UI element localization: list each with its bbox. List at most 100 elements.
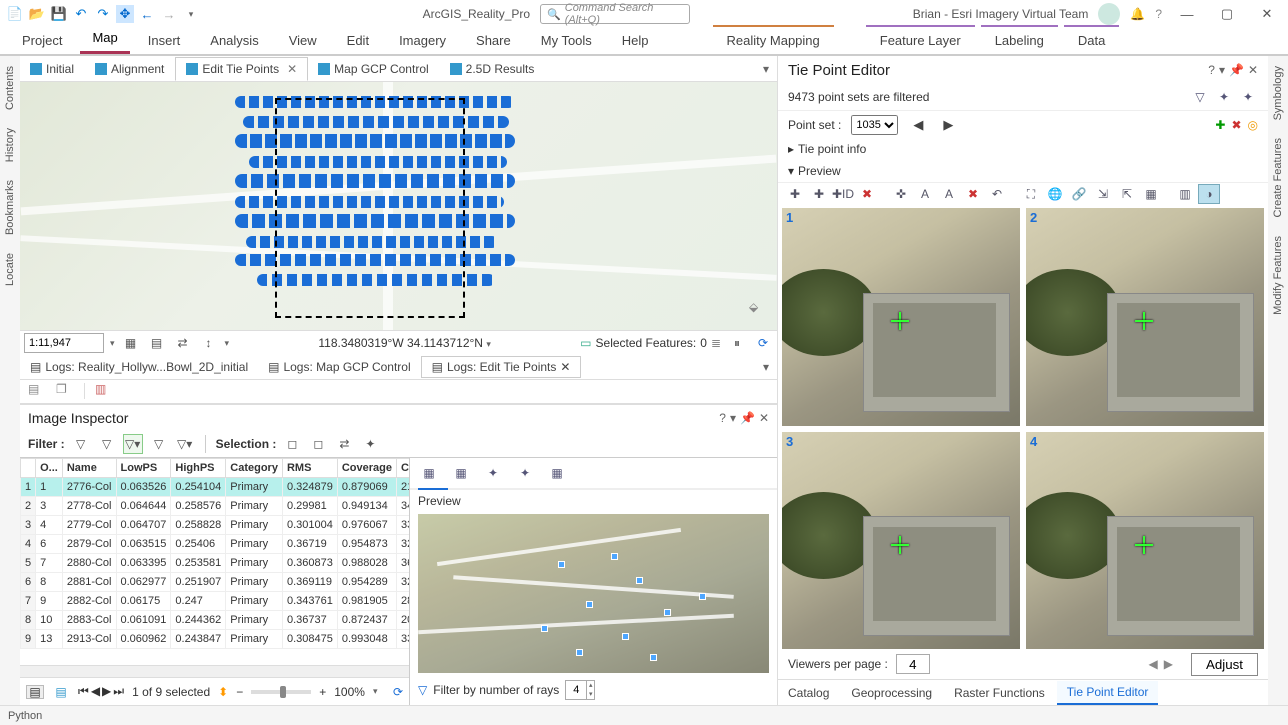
help-icon[interactable]: ? [1155, 7, 1162, 21]
close-icon[interactable]: ✕ [287, 62, 297, 76]
tab-tie-point-editor[interactable]: Tie Point Editor [1057, 681, 1159, 705]
viewers-per-page-input[interactable] [896, 654, 930, 674]
tab-edit[interactable]: Edit [335, 27, 381, 54]
view-tab-edit-tie-points[interactable]: Edit Tie Points✕ [175, 57, 308, 81]
table-row[interactable]: 112776-Col0.0635260.254104Primary0.32487… [21, 477, 410, 496]
tab-project[interactable]: Project [10, 27, 74, 54]
section-tie-point-info[interactable]: ▸Tie point info [778, 138, 1268, 160]
last-icon[interactable]: ⏭ [113, 684, 124, 699]
context-tab-labeling[interactable]: Labeling [981, 25, 1058, 54]
tab-mytools[interactable]: My Tools [529, 27, 604, 54]
locate-point-icon[interactable]: ◎ [1248, 118, 1258, 132]
log-tab-gcp[interactable]: ▤Logs: Map GCP Control [258, 357, 421, 377]
logs-menu-icon[interactable]: ▾ [755, 360, 777, 374]
collapse-icon[interactable]: ⇲ [1092, 184, 1114, 204]
section-preview[interactable]: ▾Preview [778, 160, 1268, 182]
spin-up-icon[interactable]: ▴ [586, 681, 594, 690]
column-header[interactable]: HighPS [171, 458, 226, 477]
preview-image[interactable] [418, 514, 769, 674]
zoom-slider[interactable] [251, 690, 311, 694]
table-row[interactable]: 792882-Col0.061750.247Primary0.3437610.9… [21, 591, 410, 610]
tab-geoprocessing[interactable]: Geoprocessing [841, 682, 942, 704]
constraints-icon[interactable]: ↕ [199, 333, 219, 353]
log-copy-icon[interactable]: ❐ [56, 382, 74, 400]
delete-point-icon[interactable]: ✖ [1231, 118, 1241, 132]
help-icon[interactable]: ? [719, 411, 726, 425]
view-tab-25d[interactable]: 2.5D Results [440, 58, 546, 80]
enhance-icon[interactable]: ◑ [1198, 184, 1220, 204]
log-tab-initial[interactable]: ▤Logs: Reality_Hollyw...Bowl_2D_initial [20, 357, 258, 377]
viewer-1[interactable]: 1 [782, 208, 1020, 426]
compass-icon[interactable]: ⬙ [749, 300, 769, 320]
open-project-icon[interactable]: 📂 [28, 5, 46, 23]
context-tab-reality-mapping[interactable]: Reality Mapping [713, 25, 834, 54]
table-row[interactable]: 342779-Col0.0647070.258828Primary0.30100… [21, 515, 410, 534]
tab-insert[interactable]: Insert [136, 27, 193, 54]
maximize-button[interactable]: ▢ [1212, 6, 1242, 22]
view-tab-initial[interactable]: Initial [20, 58, 85, 80]
viewer-2[interactable]: 2 [1026, 208, 1264, 426]
column-header[interactable]: O... [36, 458, 63, 477]
tab-imagery[interactable]: Imagery [387, 27, 458, 54]
tab-share[interactable]: Share [464, 27, 523, 54]
column-header[interactable]: LowPS [116, 458, 171, 477]
panel-create-features[interactable]: Create Features [1272, 134, 1284, 221]
command-search-input[interactable]: 🔍 Command Search (Alt+Q) [540, 4, 690, 24]
snapping-icon[interactable]: ▦ [121, 333, 141, 353]
status-python[interactable]: Python [8, 710, 42, 722]
panel-modify-features[interactable]: Modify Features [1272, 232, 1284, 319]
table-row[interactable]: 462879-Col0.0635150.25406Primary0.367190… [21, 534, 410, 553]
zoom-in-icon[interactable]: + [319, 685, 326, 699]
next-pointset-icon[interactable]: ▶ [938, 117, 958, 133]
preview-mode-3-icon[interactable]: ✦ [482, 462, 504, 484]
chevron-down-icon[interactable]: ▾ [730, 411, 736, 425]
filter-rays-spinner[interactable]: ▴▾ [565, 680, 595, 700]
highlight-icon[interactable]: ⬍ [218, 685, 228, 699]
grid-icon[interactable]: ▦ [1140, 184, 1162, 204]
panel-locate[interactable]: Locate [4, 249, 16, 290]
scale-input[interactable] [24, 333, 104, 353]
column-header[interactable]: Cou... [397, 458, 410, 477]
page-prev-icon[interactable]: ◀ [1148, 657, 1157, 671]
add-tp-auto-icon[interactable]: ✚ [808, 184, 830, 204]
link-icon[interactable]: 🔗 [1068, 184, 1090, 204]
globe-icon[interactable]: 🌐 [1044, 184, 1066, 204]
histogram-icon[interactable]: ▥ [1174, 184, 1196, 204]
add-tp-id-icon[interactable]: ✚ID [832, 184, 854, 204]
zoom-full-icon[interactable]: ⛶ [1020, 184, 1042, 204]
prev-icon[interactable]: ◀ [91, 684, 100, 699]
pointset-select[interactable]: 1035 [851, 115, 898, 135]
log-clear-icon[interactable]: ▥ [95, 382, 113, 400]
filter-active-icon[interactable]: ▽▾ [123, 434, 143, 454]
view-tab-map-gcp[interactable]: Map GCP Control [308, 58, 439, 80]
forward-icon[interactable]: → [160, 5, 178, 23]
expand-icon[interactable]: ⇱ [1116, 184, 1138, 204]
tab-catalog[interactable]: Catalog [778, 682, 839, 704]
filter-add-icon[interactable]: ✦ [1214, 87, 1234, 107]
tab-analysis[interactable]: Analysis [198, 27, 270, 54]
column-header[interactable]: Name [62, 458, 116, 477]
table-row[interactable]: 8102883-Col0.0610910.244362Primary0.3673… [21, 610, 410, 629]
viewer-3[interactable]: 3 [782, 432, 1020, 650]
undo-icon[interactable]: ↶ [72, 5, 90, 23]
explore-icon[interactable]: ✥ [116, 5, 134, 23]
reject-icon[interactable]: ✖ [962, 184, 984, 204]
log-view-icon[interactable]: ▤ [28, 382, 46, 400]
preview-mode-1-icon[interactable]: ▦ [418, 462, 440, 484]
chevron-down-icon[interactable]: ▾ [1219, 63, 1225, 77]
new-project-icon[interactable]: 📄 [6, 5, 24, 23]
qat-dropdown-icon[interactable]: ▾ [182, 5, 200, 23]
label-icon[interactable]: A [914, 184, 936, 204]
filter-clear-icon[interactable]: ▽ [149, 434, 169, 454]
close-icon[interactable]: ✕ [560, 360, 570, 374]
undo2-icon[interactable]: ↶ [986, 184, 1008, 204]
viewer-4[interactable]: 4 [1026, 432, 1264, 650]
panel-contents[interactable]: Contents [4, 62, 16, 114]
column-header[interactable]: Coverage [337, 458, 396, 477]
view-selected-icon[interactable]: ▤ [52, 685, 70, 699]
filter-icon[interactable]: ▽ [1190, 87, 1210, 107]
back-icon[interactable]: ← [138, 5, 156, 23]
adjust-button[interactable]: Adjust [1191, 653, 1258, 676]
pin-icon[interactable]: 📌 [740, 411, 755, 425]
view-tabs-menu-icon[interactable]: ▾ [755, 62, 777, 76]
